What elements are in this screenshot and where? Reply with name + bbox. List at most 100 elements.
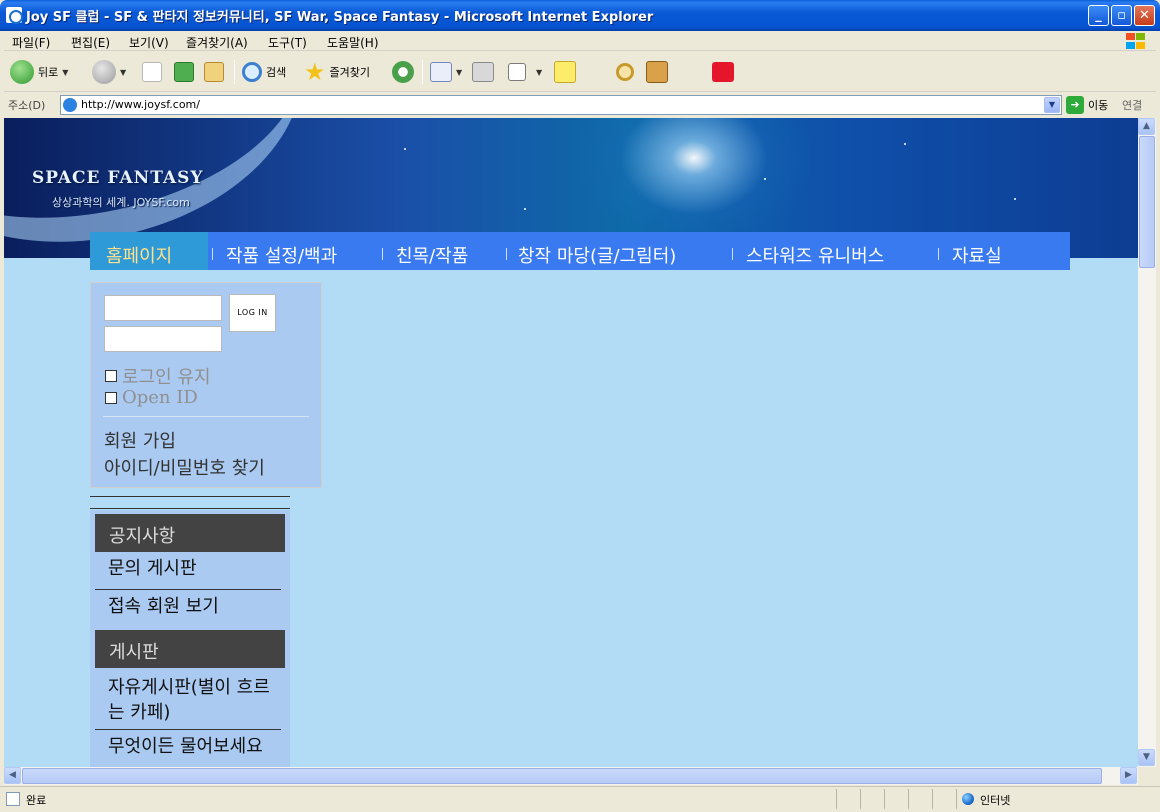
chevron-down-icon: ▼ [456,67,463,77]
standard-toolbar: 뒤로 ▼ ▼ 검색 ★ 즐겨찾기 ▼ ▼ [4,52,1156,92]
internet-zone-icon [962,793,974,805]
scroll-down-button[interactable]: ▼ [1138,749,1155,766]
menu-head-notice[interactable]: 공지사항 [95,514,285,552]
windows-logo-icon [1124,32,1146,50]
nav-home[interactable]: 홈페이지 [106,242,172,268]
title-bar[interactable]: Joy SF 클럽 - SF & 판타지 정보커뮤니티, SF War, Spa… [0,0,1160,31]
address-label: 주소(D) [8,99,46,112]
menu-link-qna[interactable]: 무엇이든 물어보세요 [108,734,278,759]
login-box: LOG IN 로그인 유지 Open ID 회원 가입 아이디/비밀번호 찾기 [90,282,322,488]
menu-link-free-board[interactable]: 자유게시판(별이 흐르는 카페) [108,675,278,725]
keep-login-checkbox[interactable] [105,370,117,382]
note-icon [554,61,576,83]
site-logo-subtitle: 상상과학의 세계. JOYSF.com [52,196,190,209]
find-account-link[interactable]: 아이디/비밀번호 찾기 [104,454,265,480]
refresh-icon [174,62,194,82]
history-button[interactable] [392,58,414,86]
go-arrow-icon: ➜ [1066,96,1084,114]
scroll-left-button[interactable]: ◀ [4,767,21,784]
forward-arrow-icon [92,60,116,84]
minimize-button[interactable]: _ [1088,5,1109,26]
divider [90,496,290,497]
stop-button[interactable] [142,58,162,86]
scroll-right-button[interactable]: ▶ [1120,767,1137,784]
menu-favorites[interactable]: 즐겨찾기(A) [186,34,248,51]
vertical-scroll-thumb[interactable] [1139,136,1155,268]
menu-file[interactable]: 파일(F) [12,34,50,51]
address-input[interactable]: http://www.joysf.com/ ▼ [60,95,1062,115]
forward-button[interactable]: ▼ [92,58,126,86]
chevron-down-icon: ▼ [536,67,543,77]
history-icon [392,61,414,83]
address-bar: 주소(D) http://www.joysf.com/ ▼ ➜ 이동 연결 [4,93,1156,117]
vertical-scrollbar[interactable]: ▲ ▼ [1138,118,1156,767]
messenger-button[interactable] [646,58,668,86]
nav-creative[interactable]: 창작 마당(글/그림터) [518,242,676,268]
close-button[interactable]: ✕ [1134,5,1155,26]
nav-archive[interactable]: 자료실 [952,242,1002,268]
site-logo[interactable]: SPACE FANTASY [32,168,204,188]
status-bar: 완료 인터넷 [0,786,1160,812]
nav-starwars[interactable]: 스타워즈 유니버스 [746,242,884,268]
horizontal-scroll-thumb[interactable] [22,768,1102,784]
divider [90,508,290,509]
magnifier-icon [616,63,634,81]
side-menu: 공지사항 문의 게시판 접속 회원 보기 게시판 자유게시판(별이 흐르는 카페… [90,510,290,767]
signup-link[interactable]: 회원 가입 [104,427,176,453]
chevron-down-icon: ▼ [120,67,127,77]
window-title: Joy SF 클럽 - SF & 판타지 정보커뮤니티, SF War, Spa… [26,10,654,25]
page-done-icon [6,792,20,806]
open-id-row[interactable]: Open ID [105,387,198,408]
ie-icon [6,7,23,24]
username-input[interactable] [104,295,222,321]
research-button[interactable] [616,58,634,86]
open-id-label: Open ID [122,387,198,408]
search-button[interactable]: 검색 [242,58,286,86]
refresh-button[interactable] [174,58,194,86]
menu-help[interactable]: 도움말(H) [327,34,379,51]
printer-icon [472,62,494,82]
login-button[interactable]: LOG IN [229,294,276,332]
home-icon [204,62,224,82]
messenger-icon [646,61,668,83]
chevron-down-icon: ▼ [62,67,69,77]
word-icon [508,63,526,81]
open-id-checkbox[interactable] [105,391,117,404]
go-button[interactable]: ➜ 이동 [1066,96,1108,114]
mail-button[interactable]: ▼ [430,58,462,86]
11st-icon [712,62,734,82]
favorites-button[interactable]: ★ 즐겨찾기 [304,58,370,86]
print-button[interactable] [472,58,494,86]
edit-button[interactable]: ▼ [508,58,542,86]
ie-page-icon [63,98,77,112]
notes-button[interactable] [554,58,576,86]
security-zone-label: 인터넷 [980,794,1011,807]
menu-link-online-users[interactable]: 접속 회원 보기 [108,594,278,619]
menu-head-board[interactable]: 게시판 [95,630,285,668]
maximize-button[interactable]: ▫ [1111,5,1132,26]
links-button[interactable]: 연결 [1122,97,1142,113]
status-text: 완료 [26,794,47,807]
page-viewport: SPACE FANTASY 상상과학의 세계. JOYSF.com 홈페이지 작… [4,118,1138,767]
shortcut-11st-button[interactable] [712,58,734,86]
address-url[interactable]: http://www.joysf.com/ [81,98,200,111]
menu-bar: 파일(F) 편집(E) 보기(V) 즐겨찾기(A) 도구(T) 도움말(H) [4,31,1156,51]
address-dropdown-button[interactable]: ▼ [1044,97,1060,113]
menu-link-inquiry[interactable]: 문의 게시판 [108,556,278,581]
star-icon: ★ [304,58,326,86]
password-input[interactable] [104,326,222,352]
nav-community[interactable]: 친목/작품 [396,242,468,268]
scroll-up-button[interactable]: ▲ [1138,118,1155,135]
horizontal-scrollbar[interactable]: ◀ ▶ [4,767,1138,785]
home-button[interactable] [204,58,224,86]
site-nav: 홈페이지 작품 설정/백과 친목/작품 창작 마당(글/그림터) 스타워즈 유니… [90,232,1070,270]
keep-login-row[interactable]: 로그인 유지 [105,363,211,389]
menu-tools[interactable]: 도구(T) [268,34,307,51]
nav-settings-encyclopedia[interactable]: 작품 설정/백과 [226,242,337,268]
menu-view[interactable]: 보기(V) [129,34,169,51]
keep-login-label: 로그인 유지 [122,367,211,388]
search-icon [242,62,262,82]
back-button[interactable]: 뒤로 ▼ [10,58,68,86]
menu-edit[interactable]: 편집(E) [71,34,110,51]
stop-icon [142,62,162,82]
